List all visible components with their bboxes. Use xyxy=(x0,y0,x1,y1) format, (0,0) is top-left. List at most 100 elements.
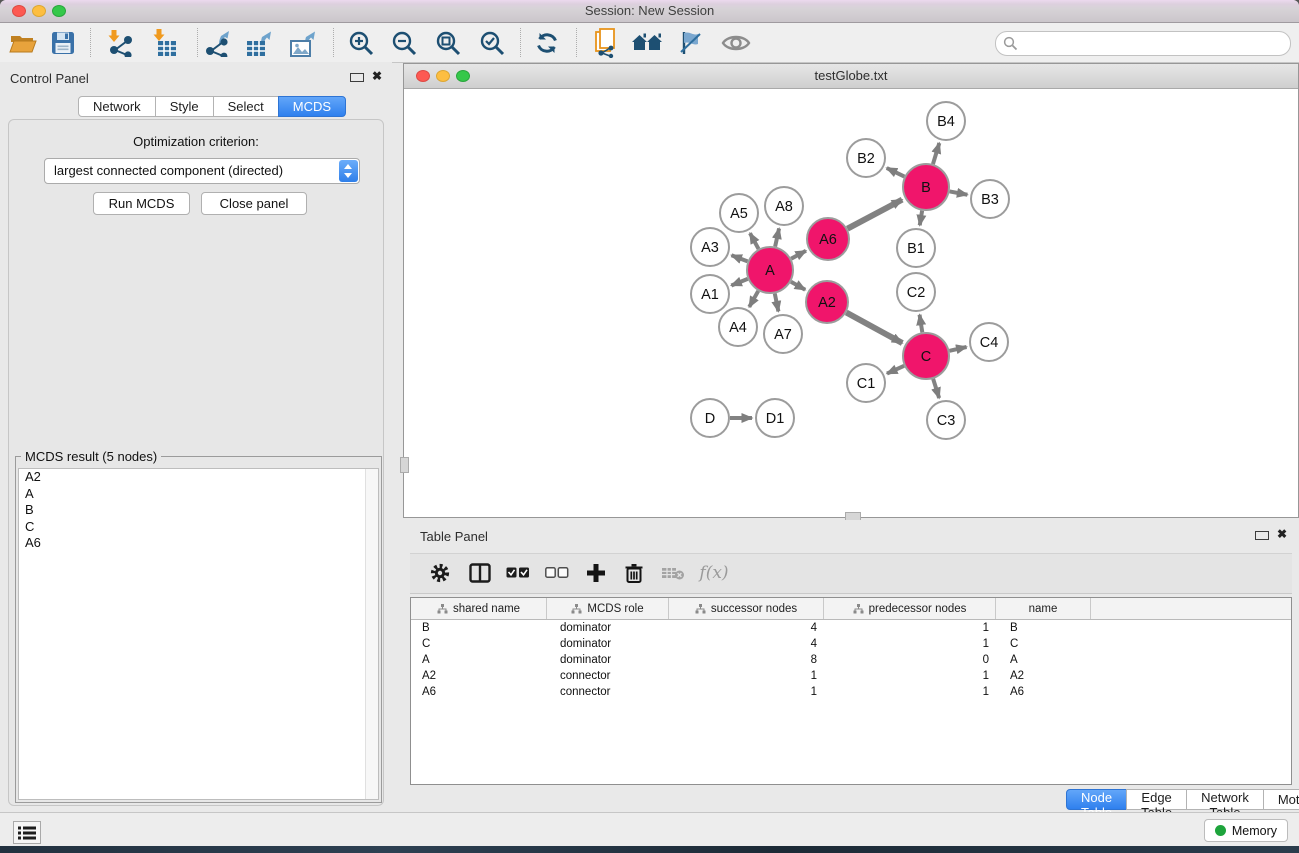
zoom-selected-button[interactable] xyxy=(475,26,509,59)
result-list-item[interactable]: A6 xyxy=(19,535,378,552)
function-builder-button[interactable]: f(x) xyxy=(694,558,734,588)
tab-motifs[interactable]: Motifs xyxy=(1263,789,1299,810)
column-header-predecessor-nodes[interactable]: predecessor nodes xyxy=(824,598,996,619)
table-row[interactable]: A2connector11A2 xyxy=(411,668,1291,684)
search-icon xyxy=(1003,36,1018,51)
create-column-button[interactable] xyxy=(580,558,612,588)
table-cell: B xyxy=(996,620,1091,636)
result-list-scrollbar[interactable] xyxy=(365,469,378,799)
run-mcds-button[interactable]: Run MCDS xyxy=(93,192,190,215)
open-session-button[interactable] xyxy=(6,26,40,59)
open-folder-icon xyxy=(9,31,37,55)
graph-node-label-C2: C2 xyxy=(907,285,926,301)
edge-C-C1[interactable] xyxy=(887,366,904,374)
edge-B-B4[interactable] xyxy=(933,143,939,164)
deselect-all-button[interactable] xyxy=(541,558,573,588)
select-all-button[interactable] xyxy=(502,558,534,588)
tab-style[interactable]: Style xyxy=(155,96,214,117)
table-cell: 4 xyxy=(669,620,824,636)
network-canvas[interactable]: AA1A2A3A4A5A6A7A8BB1B2B3B4CC1C2C3C4DD1 xyxy=(404,89,1298,517)
zoom-in-button[interactable] xyxy=(344,26,378,59)
close-table-panel-icon[interactable]: ✖ xyxy=(1277,527,1287,541)
edge-A-A6[interactable] xyxy=(791,251,806,259)
edge-A-A3[interactable] xyxy=(731,255,747,261)
edge-A-A8[interactable] xyxy=(775,228,779,246)
result-list-item[interactable]: A xyxy=(19,486,378,503)
edge-C-C4[interactable] xyxy=(949,347,966,351)
export-network-button[interactable] xyxy=(201,26,235,59)
hide-graphics-details-button[interactable] xyxy=(674,26,708,59)
network-window-titlebar[interactable]: testGlobe.txt xyxy=(404,64,1298,89)
edge-A6-B[interactable] xyxy=(847,200,902,229)
export-table-button[interactable] xyxy=(242,26,276,59)
column-header-name[interactable]: name xyxy=(996,598,1091,619)
network-vertical-scrollbar[interactable] xyxy=(400,457,409,473)
float-panel-icon[interactable] xyxy=(350,73,364,82)
criterion-dropdown[interactable]: largest connected component (directed) xyxy=(44,158,360,184)
zoom-out-button[interactable] xyxy=(387,26,421,59)
toolbar-separator xyxy=(333,28,334,57)
column-header-MCDS-role[interactable]: MCDS role xyxy=(547,598,669,619)
control-panel: Control Panel ✖ NetworkStyleSelectMCDS O… xyxy=(0,62,392,811)
search-input[interactable] xyxy=(1022,33,1281,54)
edge-A-A2[interactable] xyxy=(791,282,805,290)
home-button[interactable] xyxy=(630,26,664,59)
table-row[interactable]: Adominator80A xyxy=(411,652,1291,668)
table-cell: C xyxy=(996,636,1091,652)
result-list-item[interactable]: A2 xyxy=(19,469,378,486)
column-header-label: predecessor nodes xyxy=(869,603,967,615)
tab-mcds[interactable]: MCDS xyxy=(278,96,346,117)
node-table-header: shared nameMCDS rolesuccessor nodes prede… xyxy=(411,598,1291,620)
apply-layout-button[interactable] xyxy=(530,26,564,59)
export-table-icon xyxy=(244,29,274,57)
edge-A-A1[interactable] xyxy=(731,279,747,286)
memory-button[interactable]: Memory xyxy=(1204,819,1288,842)
edge-B-B2[interactable] xyxy=(887,168,905,177)
graph-node-label-A7: A7 xyxy=(774,327,792,343)
table-row[interactable]: Bdominator41B xyxy=(411,620,1291,636)
graph-node-label-D1: D1 xyxy=(766,411,785,427)
column-header-shared-name[interactable]: shared name xyxy=(411,598,547,619)
table-settings-button[interactable] xyxy=(424,558,456,588)
table-cell: B xyxy=(411,620,547,636)
edge-A2-C[interactable] xyxy=(846,313,902,344)
delete-table-button[interactable] xyxy=(657,558,689,588)
task-history-button[interactable] xyxy=(13,821,41,844)
show-column-panel-button[interactable] xyxy=(464,558,496,588)
close-panel-button[interactable]: Close panel xyxy=(201,192,307,215)
zoom-fit-button[interactable] xyxy=(431,26,465,59)
table-row[interactable]: Cdominator41C xyxy=(411,636,1291,652)
edge-B-B3[interactable] xyxy=(950,191,968,194)
import-network-button[interactable] xyxy=(103,26,137,59)
tab-node-table[interactable]: Node Table xyxy=(1066,789,1127,810)
float-table-panel-icon[interactable] xyxy=(1255,531,1269,540)
network-from-file-button[interactable] xyxy=(590,26,624,59)
edge-B-B1[interactable] xyxy=(920,211,922,226)
network-view-window: testGlobe.txt AA1A2A3A4A5A6A7A8BB1B2B3B4… xyxy=(403,63,1299,518)
graph-node-label-B1: B1 xyxy=(907,241,925,257)
table-row[interactable]: A6connector11A6 xyxy=(411,684,1291,700)
import-table-button[interactable] xyxy=(148,26,182,59)
delete-column-button[interactable] xyxy=(618,558,650,588)
edge-C-C3[interactable] xyxy=(933,379,939,398)
column-header-successor-nodes[interactable]: successor nodes xyxy=(669,598,824,619)
export-image-button[interactable] xyxy=(286,26,320,59)
table-cell: connector xyxy=(547,684,669,700)
save-session-button[interactable] xyxy=(46,26,80,59)
edge-A-A7[interactable] xyxy=(775,294,779,312)
zoom-out-icon xyxy=(391,30,417,56)
close-panel-icon[interactable]: ✖ xyxy=(372,69,382,83)
show-graphics-details-button[interactable] xyxy=(719,26,753,59)
tab-network-table[interactable]: Network Table xyxy=(1186,789,1264,810)
edge-A-A4[interactable] xyxy=(749,291,758,307)
table-cell: connector xyxy=(547,668,669,684)
result-list-item[interactable]: B xyxy=(19,502,378,519)
edge-A-A5[interactable] xyxy=(750,233,759,249)
edge-C-C2[interactable] xyxy=(920,315,923,333)
tab-edge-table[interactable]: Edge Table xyxy=(1126,789,1187,810)
tab-network[interactable]: Network xyxy=(78,96,156,117)
select-all-icon xyxy=(506,567,530,579)
mcds-result-list[interactable]: A2ABCA6 xyxy=(18,468,379,800)
tab-select[interactable]: Select xyxy=(213,96,279,117)
result-list-item[interactable]: C xyxy=(19,519,378,536)
